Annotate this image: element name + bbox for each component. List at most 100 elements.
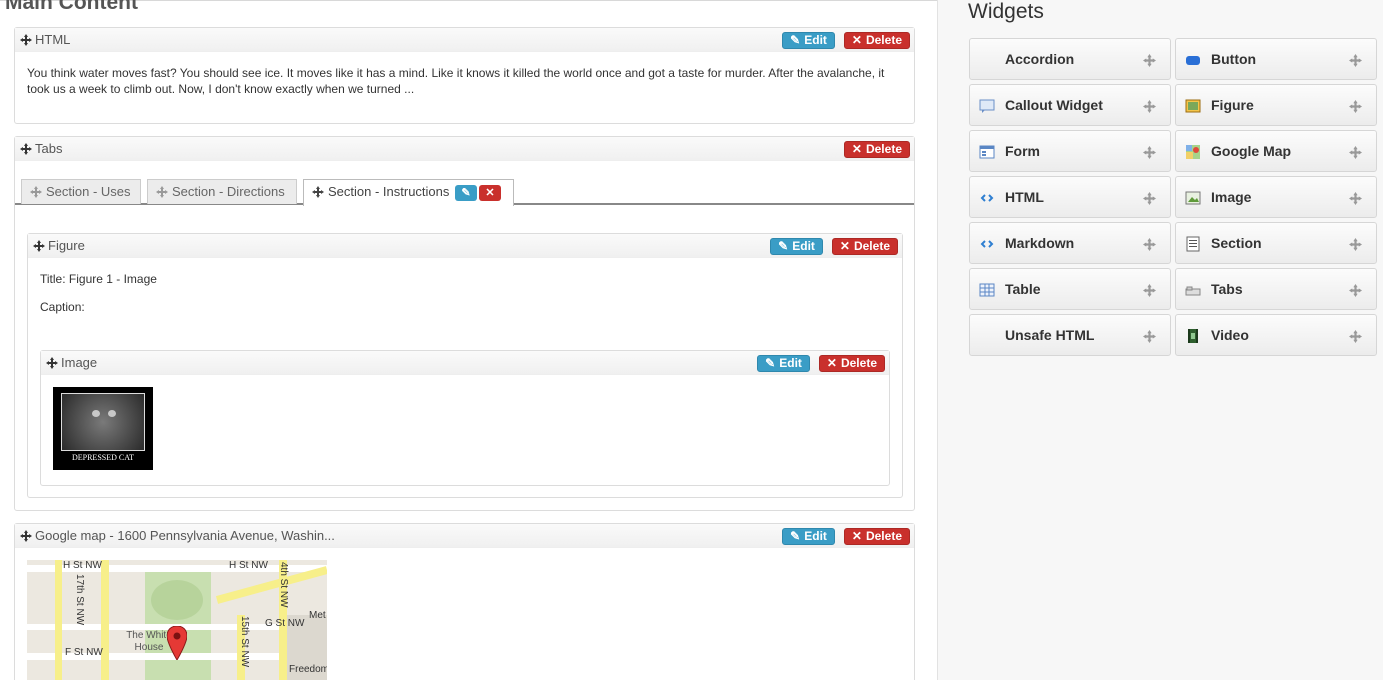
delete-button[interactable]: ✕ Delete [843, 32, 910, 49]
html-content: You think water moves fast? You should s… [27, 66, 885, 96]
widget-section[interactable]: Section [1175, 222, 1377, 264]
tabs-widget: Tabs ✕ Delete Section - Uses Section - Di… [14, 136, 915, 511]
map-marker-icon[interactable] [166, 625, 188, 661]
map-label: H St NW [63, 560, 102, 571]
widget-google-map[interactable]: Google Map [1175, 130, 1377, 172]
tab-section-directions[interactable]: Section - Directions [147, 179, 297, 204]
image-icon [1185, 190, 1201, 206]
move-icon[interactable] [33, 240, 45, 252]
delete-tab-button[interactable]: ✕ [479, 184, 502, 201]
move-icon[interactable] [1143, 100, 1156, 113]
widget-tabs[interactable]: Tabs [1175, 268, 1377, 310]
widget-markdown[interactable]: Markdown [969, 222, 1171, 264]
move-icon[interactable] [20, 143, 32, 155]
edit-button[interactable]: ✎ Edit [782, 528, 835, 545]
unsafe-html-icon [979, 328, 995, 344]
widget-title: Google map - 1600 Pennsylvania Avenue, W… [35, 528, 335, 543]
edit-tab-button[interactable]: ✎ [455, 184, 478, 201]
move-icon[interactable] [156, 186, 168, 198]
google-map[interactable]: H St NW H St NW 17th St NW 4th St NW G S… [27, 560, 327, 680]
move-icon[interactable] [30, 186, 42, 198]
move-icon[interactable] [1143, 192, 1156, 205]
google-map-widget: Google map - 1600 Pennsylvania Avenue, W… [14, 523, 915, 680]
move-icon[interactable] [1349, 100, 1362, 113]
markdown-icon [979, 236, 995, 252]
move-icon[interactable] [1349, 54, 1362, 67]
widget-image[interactable]: Image [1175, 176, 1377, 218]
close-icon: ✕ [839, 239, 850, 253]
tab-bar: Section - Uses Section - Directions Sect… [15, 179, 914, 206]
widget-accordion[interactable]: Accordion [969, 38, 1171, 80]
callout-icon [979, 98, 995, 114]
move-icon[interactable] [1143, 54, 1156, 67]
widgets-sidebar: Widgets Accordion Button Callout Widget … [937, 0, 1383, 680]
move-icon[interactable] [1349, 284, 1362, 297]
page-title: Main Content [5, 0, 138, 14]
move-icon[interactable] [312, 186, 324, 198]
widget-title: Tabs [35, 141, 63, 156]
table-icon [979, 282, 995, 298]
tab-section-uses[interactable]: Section - Uses [21, 179, 141, 204]
pencil-icon: ✎ [765, 356, 776, 370]
widget-figure[interactable]: Figure [1175, 84, 1377, 126]
delete-button[interactable]: ✕ Delete [843, 141, 910, 158]
move-icon[interactable] [1349, 192, 1362, 205]
delete-button[interactable]: ✕ Delete [831, 238, 898, 255]
form-icon [979, 144, 995, 160]
widget-button[interactable]: Button [1175, 38, 1377, 80]
main-content: Main Content HTML ✎ Edit ✕ Delete You thin… [0, 0, 937, 680]
image-thumbnail[interactable]: DEPRESSED CAT [53, 387, 153, 470]
widget-unsafe-html[interactable]: Unsafe HTML [969, 314, 1171, 356]
accordion-icon [979, 52, 995, 68]
edit-button[interactable]: ✎ Edit [757, 355, 810, 372]
move-icon[interactable] [1143, 146, 1156, 159]
map-label: Freedom [289, 664, 327, 675]
video-icon [1185, 328, 1201, 344]
map-label: 4th St NW [278, 562, 289, 608]
pencil-icon: ✎ [790, 529, 801, 543]
widget-table[interactable]: Table [969, 268, 1171, 310]
move-icon[interactable] [20, 530, 32, 542]
move-icon[interactable] [46, 357, 58, 369]
tab-section-instructions[interactable]: Section - Instructions ✎ ✕ [303, 179, 514, 206]
figure-widget: Figure ✎ Edit ✕ Delete Title: Figure 1 - I… [27, 233, 903, 498]
close-icon: ✕ [851, 529, 862, 543]
map-label: Met [309, 610, 326, 621]
button-icon [1185, 52, 1201, 68]
widget-title: Image [61, 355, 98, 370]
delete-button[interactable]: ✕ Delete [818, 355, 885, 372]
move-icon[interactable] [1349, 146, 1362, 159]
pencil-icon: ✎ [778, 239, 789, 253]
move-icon[interactable] [1349, 330, 1362, 343]
image-widget: Image ✎ Edit ✕ Delete DEPRESSED CAT [40, 350, 890, 486]
move-icon[interactable] [1143, 238, 1156, 251]
move-icon[interactable] [1143, 330, 1156, 343]
widget-form[interactable]: Form [969, 130, 1171, 172]
google-map-icon [1185, 144, 1201, 160]
close-icon: ✕ [851, 33, 862, 47]
widget-video[interactable]: Video [1175, 314, 1377, 356]
move-icon[interactable] [1143, 284, 1156, 297]
figure-title: Title: Figure 1 - Image [40, 272, 157, 286]
widget-title: Figure [48, 238, 85, 253]
close-icon: ✕ [826, 356, 837, 370]
image-caption-text: DEPRESSED CAT [71, 453, 134, 462]
map-label: H St NW [229, 560, 268, 571]
html-icon [979, 190, 995, 206]
edit-button[interactable]: ✎ Edit [782, 32, 835, 49]
move-icon[interactable] [20, 34, 32, 46]
tabs-icon [1185, 282, 1201, 298]
delete-button[interactable]: ✕ Delete [843, 528, 910, 545]
html-widget: HTML ✎ Edit ✕ Delete You think water moves… [14, 27, 915, 124]
map-label: 15th St NW [239, 616, 250, 668]
section-icon [1185, 236, 1201, 252]
figure-icon [1185, 98, 1201, 114]
close-icon: ✕ [851, 142, 862, 156]
map-label: 17th St NW [74, 574, 85, 626]
widget-html[interactable]: HTML [969, 176, 1171, 218]
figure-caption: Caption: [40, 300, 85, 314]
edit-button[interactable]: ✎ Edit [770, 238, 823, 255]
widget-callout[interactable]: Callout Widget [969, 84, 1171, 126]
map-label: G St NW [265, 618, 305, 629]
move-icon[interactable] [1349, 238, 1362, 251]
